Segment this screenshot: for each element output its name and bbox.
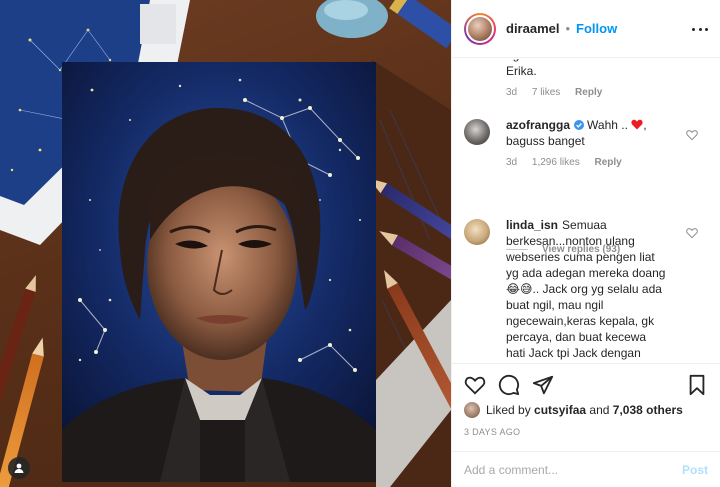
separator-dot: •	[565, 21, 571, 36]
red-heart-icon	[631, 119, 643, 130]
comment-text-part: Wahh ..	[587, 118, 628, 132]
comment-text: azofrangga Wahh .. , baguss banget	[506, 117, 686, 149]
comment-meta: 3d 7 likes Reply	[506, 87, 686, 98]
comment-text: linda_isn Semuaa berkesan...nonton ulang …	[506, 217, 666, 363]
like-heart-icon[interactable]	[464, 374, 486, 396]
post-comment-button[interactable]: Post	[682, 463, 708, 477]
action-icons-row	[464, 374, 708, 396]
tagged-user-icon[interactable]	[8, 457, 30, 479]
post-photo[interactable]	[0, 0, 451, 487]
post-header: diraamel • Follow	[452, 0, 720, 58]
add-comment-bar: Post	[452, 451, 720, 487]
post-actions: Liked by cutsyifaa and 7,038 others 3 DA…	[452, 363, 720, 451]
comments-list[interactable]: ngelakuin kesalahan fatal ke Erika. 3d 7…	[452, 59, 720, 363]
posted-timestamp[interactable]: 3 DAYS AGO	[464, 427, 520, 437]
comment-time: 3d	[506, 157, 518, 168]
comment-likes[interactable]: 1,296 likes	[532, 157, 580, 168]
follow-button[interactable]: Follow	[576, 21, 617, 36]
avatar[interactable]	[464, 402, 480, 418]
save-bookmark-icon[interactable]	[686, 374, 708, 396]
liked-by-user[interactable]: cutsyifaa	[534, 403, 586, 417]
comment-time: 3d	[506, 87, 518, 98]
avatar[interactable]	[464, 119, 490, 145]
liked-by-and: and	[589, 403, 610, 417]
comment-bubble-icon[interactable]	[498, 374, 520, 396]
post-side-panel: diraamel • Follow ngelakuin kesalahan fa…	[451, 0, 720, 487]
liked-by-prefix: Liked by	[486, 403, 531, 417]
comment-meta: 3d 1,296 likes Reply	[506, 157, 686, 168]
reply-button[interactable]: Reply	[595, 157, 622, 168]
comment-username[interactable]: azofrangga	[506, 118, 570, 132]
like-comment-heart-icon[interactable]	[686, 129, 698, 141]
avatar[interactable]	[464, 12, 496, 45]
comment-text-part: Semuaa berkesan...nonton ulang webseries…	[506, 218, 666, 363]
post-username[interactable]: diraamel	[506, 21, 559, 36]
comment-input[interactable]	[464, 462, 682, 477]
avatar[interactable]	[464, 219, 490, 245]
liked-by: Liked by cutsyifaa and 7,038 others	[464, 402, 683, 418]
verified-badge-icon	[574, 120, 585, 130]
portrait-drawing-image	[0, 0, 451, 487]
reply-button[interactable]: Reply	[575, 87, 602, 98]
like-comment-heart-icon[interactable]	[686, 227, 698, 239]
liked-by-others[interactable]: 7,038 others	[613, 403, 683, 417]
share-paper-plane-icon[interactable]	[532, 374, 554, 396]
more-options-icon[interactable]	[692, 21, 708, 37]
comment-text: ngelakuin kesalahan fatal ke Erika.	[506, 59, 657, 78]
comment-username[interactable]: linda_isn	[506, 218, 558, 232]
comment-likes[interactable]: 7 likes	[532, 87, 560, 98]
